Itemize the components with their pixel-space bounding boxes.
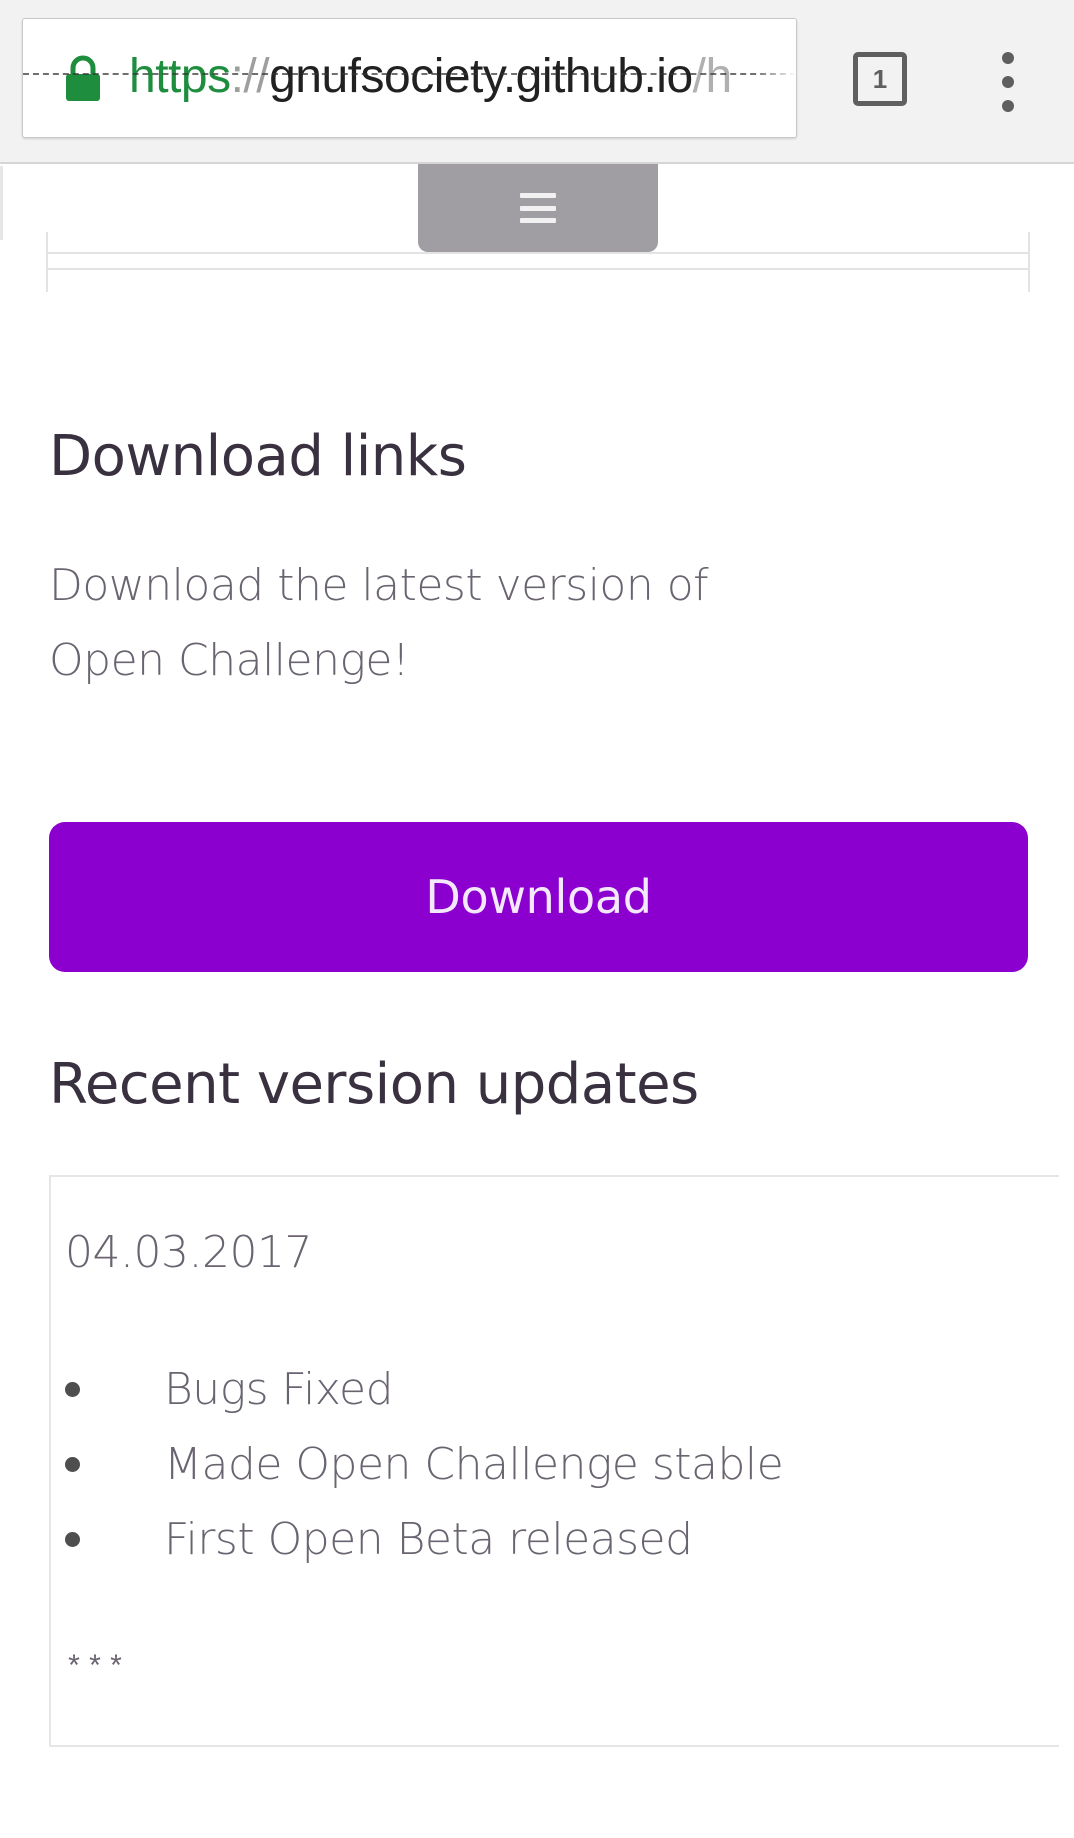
download-button[interactable]: Download xyxy=(49,822,1028,972)
download-description: Download the latest version of Open Chal… xyxy=(49,560,709,686)
url-fade xyxy=(756,19,796,137)
url-strikethrough xyxy=(23,73,796,75)
bullet-icon xyxy=(65,1457,80,1472)
tab-switcher-icon[interactable]: 1 xyxy=(853,52,907,106)
lock-icon xyxy=(66,55,100,101)
browser-toolbar: https://gnufsociety.github.io/h 1 xyxy=(0,0,1074,164)
address-bar[interactable]: https://gnufsociety.github.io/h xyxy=(22,18,797,138)
url-scheme: https xyxy=(129,50,231,103)
update-item-text: First Open Beta released xyxy=(164,1514,693,1565)
bullet-icon xyxy=(65,1532,80,1547)
bullet-icon xyxy=(65,1382,80,1397)
update-date: 04.03.2017 xyxy=(65,1227,312,1278)
update-list: Bugs Fixed Made Open Challenge stable Fi… xyxy=(65,1352,784,1577)
list-item: Bugs Fixed xyxy=(65,1352,783,1427)
updates-panel[interactable]: 04.03.2017 Bugs Fixed Made Open Challeng… xyxy=(49,1175,1059,1747)
url-path: /h xyxy=(692,50,733,103)
nav-menu-toggle[interactable] xyxy=(418,164,658,252)
url-host: gnufsociety.github.io xyxy=(269,50,693,103)
page-edge xyxy=(0,166,3,240)
menu-dot xyxy=(1002,76,1014,88)
url-separator: :// xyxy=(230,50,270,103)
update-item-text: Made Open Challenge stable xyxy=(164,1439,784,1490)
list-item: First Open Beta released xyxy=(65,1502,783,1577)
divider xyxy=(1028,232,1030,292)
tab-count: 1 xyxy=(872,63,888,94)
menu-dot xyxy=(1002,100,1014,112)
divider xyxy=(46,232,48,292)
menu-dot xyxy=(1002,52,1014,64)
url-text: https://gnufsociety.github.io/h xyxy=(129,47,732,107)
update-item-text: Bugs Fixed xyxy=(164,1364,394,1415)
list-item: Made Open Challenge stable xyxy=(65,1427,784,1502)
recent-updates-heading: Recent version updates xyxy=(49,1052,699,1117)
divider xyxy=(46,252,1030,254)
hamburger-icon xyxy=(520,193,556,223)
update-separator: *** xyxy=(65,1652,129,1686)
more-vert-icon[interactable] xyxy=(990,52,1026,112)
divider xyxy=(46,268,1030,270)
download-links-heading: Download links xyxy=(49,424,467,489)
